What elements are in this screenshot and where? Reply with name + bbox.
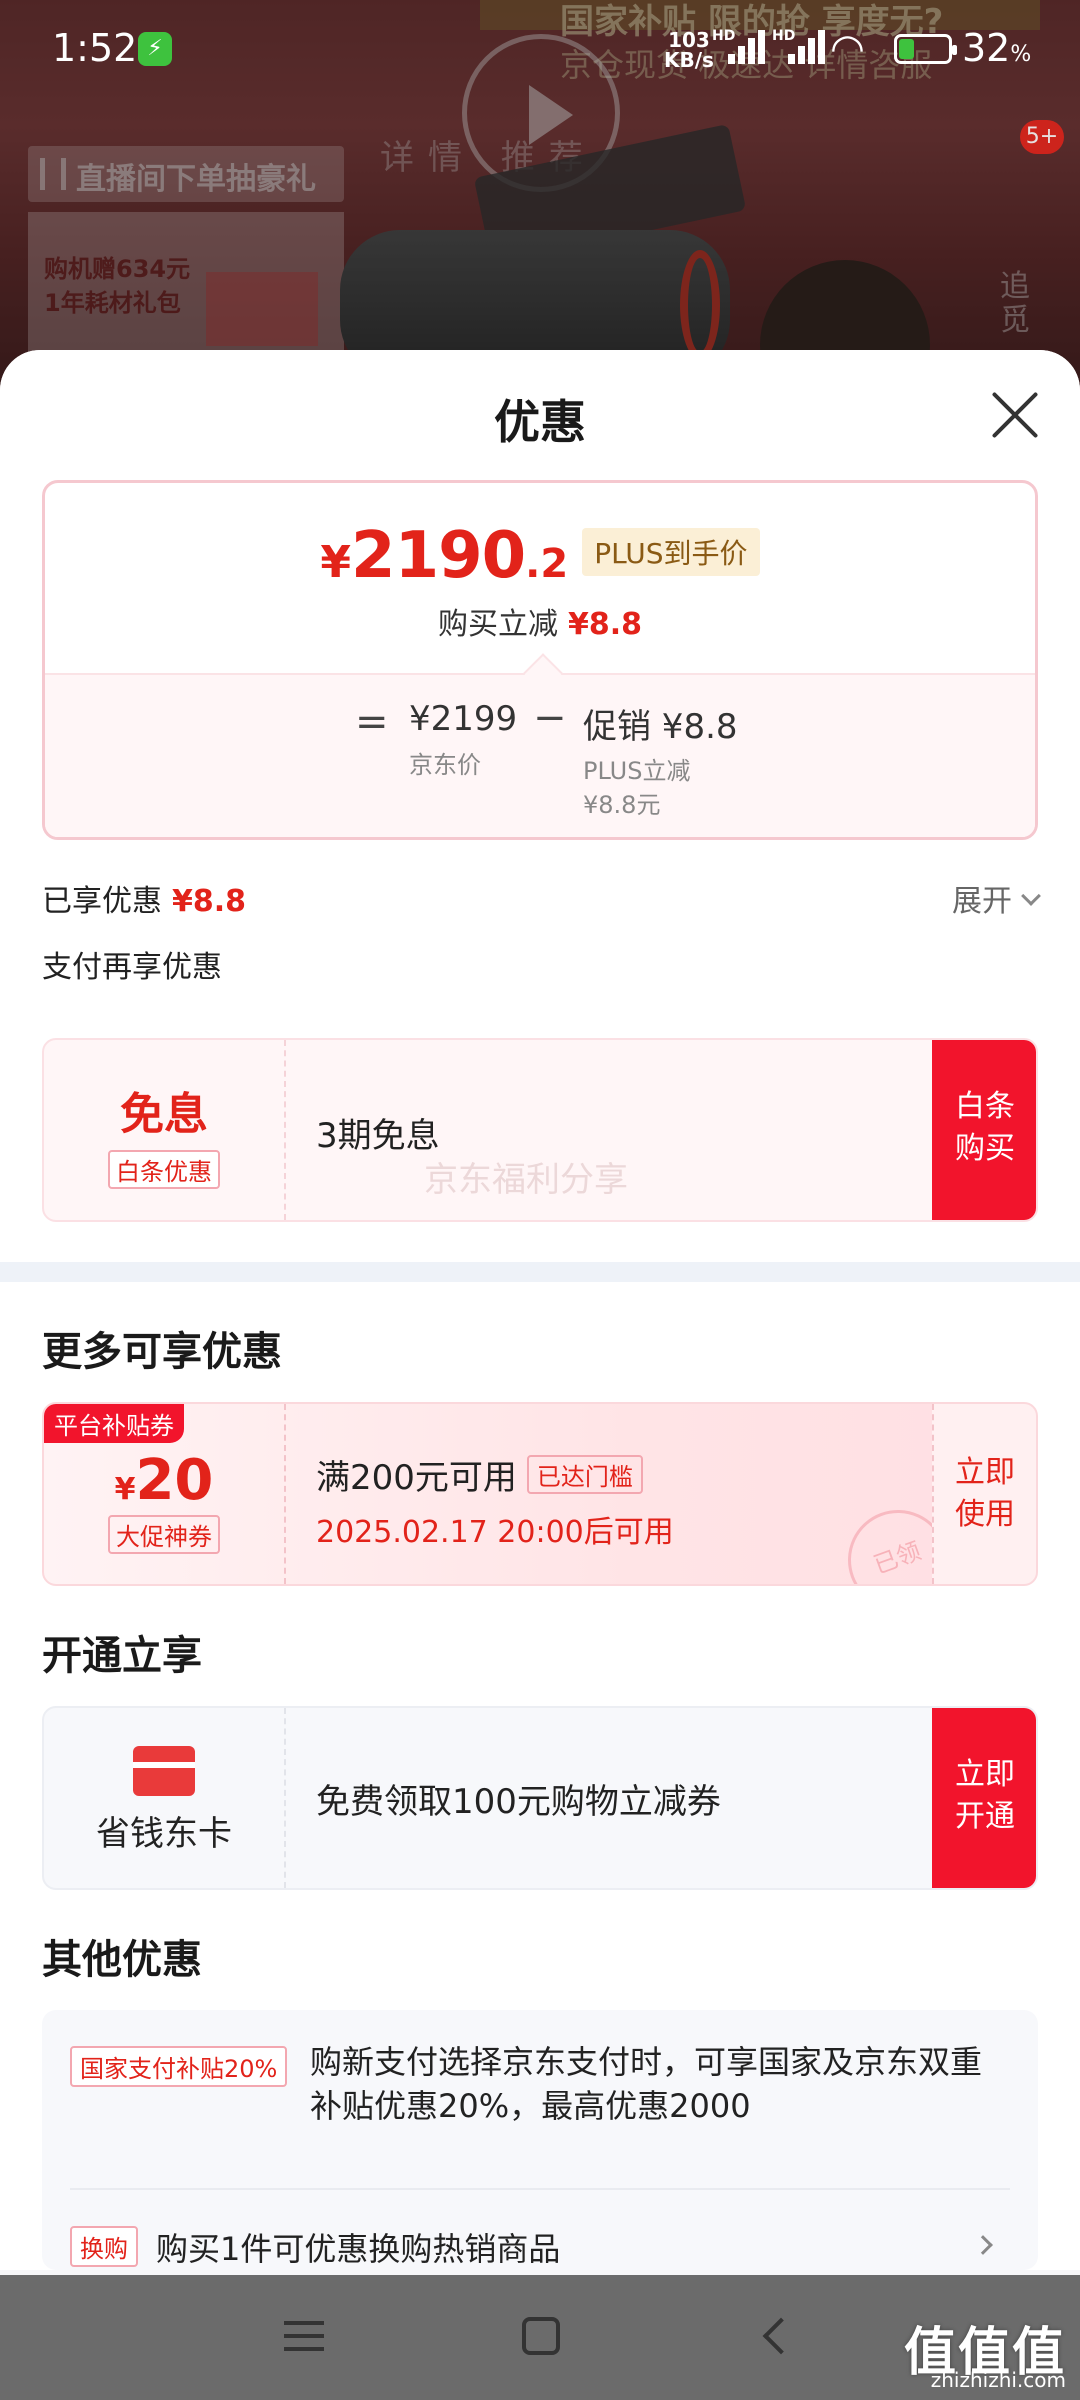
enjoyed-discount: 已享优惠 ¥8.8 (42, 876, 246, 920)
site-watermark-url: zhizhizhi.com (930, 2368, 1066, 2392)
baitiao-tag: 白条优惠 (108, 1150, 220, 1189)
watermark-text: 京东福利分享 (424, 1160, 628, 1200)
battery-icon (894, 34, 957, 64)
use-coupon-button[interactable]: 立即 使用 (932, 1404, 1036, 1584)
coupon-details: 满200元可用 已达门槛 2025.02.17 20:00后可用 (316, 1450, 674, 1551)
minus-sign: − (533, 695, 567, 741)
use-coupon-line-1: 立即 (955, 1455, 1015, 1490)
price-decimal: .2 (525, 541, 569, 587)
interest-free-title: 免息 (120, 1089, 208, 1140)
open-membership-title: 开通立享 (42, 1633, 202, 1679)
price-breakdown-card: ¥2190.2 PLUS到手价 购买立减 ¥8.8 = ¥2199 京东价 − 促销… (42, 480, 1038, 840)
interest-free-offer[interactable]: 免息 白条优惠 3期免息 京东福利分享 白条 购买 (42, 1038, 1038, 1222)
interest-free-text: 3期免息 (316, 1116, 440, 1156)
savings-card-block: 省钱东卡 (44, 1708, 286, 1888)
baitiao-buy-line-2: 购买 (955, 1131, 1015, 1166)
plus-discount-label: PLUS立减 (583, 757, 691, 785)
home-icon[interactable] (522, 2317, 560, 2355)
expand-label: 展开 (952, 884, 1012, 919)
promo-block: 促销 ¥8.8 PLUS立减 ¥8.8元 (583, 699, 738, 822)
chevron-down-icon (1021, 886, 1041, 906)
plus-price-tag: PLUS到手价 (582, 528, 760, 576)
promo-value: 促销 ¥8.8 (583, 707, 738, 747)
instant-discount-amount: ¥8.8 (567, 607, 643, 642)
price-formula: = ¥2199 京东价 − 促销 ¥8.8 PLUS立减 ¥8.8元 (45, 653, 1035, 837)
baitiao-buy-button[interactable]: 白条 购买 (932, 1040, 1036, 1220)
plus-discount-amount: ¥8.8元 (583, 791, 661, 819)
jd-price-label: 京东价 (409, 751, 481, 779)
jd-price-value: ¥2199 (409, 699, 518, 739)
more-discounts-section: 更多可享优惠 平台补贴券 ¥20 大促神券 满200元可用 已达门槛 2025.0… (0, 1282, 1080, 1586)
baitiao-buy-line-1: 白条 (955, 1089, 1015, 1124)
price-section: ¥2190.2 PLUS到手价 购买立减 ¥8.8 = ¥2199 京东价 − 促销… (0, 480, 1080, 1262)
more-discounts-title: 更多可享优惠 (42, 1329, 282, 1375)
threshold-met-badge: 已达门槛 (526, 1455, 643, 1494)
savings-card-name: 省钱东卡 (96, 1814, 232, 1854)
signal-icon-1: HD (712, 28, 765, 64)
open-card-line-2: 开通 (955, 1799, 1015, 1834)
instant-discount-label: 购买立减 (437, 607, 558, 642)
open-card-button[interactable]: 立即 开通 (932, 1708, 1036, 1888)
recent-apps-icon[interactable] (284, 2321, 324, 2351)
clock: 1:52 (52, 26, 138, 70)
battery-percent: 32% (962, 26, 1032, 70)
wifi-icon: ◠ (830, 26, 865, 72)
coupon-valid-date: 2025.02.17 20:00后可用 (316, 1515, 674, 1550)
coupon-amount-block: 平台补贴券 ¥20 大促神券 (44, 1404, 286, 1584)
coupon-amount: ¥20 (114, 1448, 214, 1513)
equals-sign: = (355, 699, 389, 745)
savings-card-desc: 免费领取100元购物立减券 (316, 1782, 721, 1822)
price-currency: ¥ (320, 537, 352, 588)
signal-icon-2: HD (772, 28, 825, 64)
back-icon[interactable] (762, 2317, 800, 2355)
final-price-area: ¥2190.2 PLUS到手价 购买立减 ¥8.8 (45, 483, 1035, 673)
network-speed-value: 103 (668, 28, 710, 52)
final-price: ¥2190.2 PLUS到手价 (45, 519, 1035, 593)
cart-count-badge: 5+ (1020, 120, 1064, 154)
interest-free-desc: 3期免息 (316, 1040, 440, 1220)
use-coupon-line-2: 使用 (955, 1497, 1015, 1532)
coupon-promo-tag: 大促神券 (108, 1515, 220, 1554)
sheet-header: 优惠 (0, 350, 1080, 480)
network-speed: 103 KB/s (664, 30, 714, 70)
other-discounts-list: 国家支付补贴20% 购新支付选择京东支付时，可享国家及京东双重补贴优惠20%，最… (42, 2010, 1038, 2270)
national-subsidy-text: 购新支付选择京东支付时，可享国家及京东双重补贴优惠20%，最高优惠2000 (310, 2043, 983, 2125)
coupon-type-tag: 平台补贴券 (44, 1404, 184, 1443)
price-integer: 2190 (351, 519, 526, 593)
tradein-tag: 换购 (70, 2226, 138, 2267)
other-discounts-title: 其他优惠 (42, 1937, 202, 1983)
status-bar: 1:52 ⚡ 103 KB/s HD HD ◠ 32% (0, 0, 1080, 100)
discount-sheet: 优惠 ¥2190.2 PLUS到手价 购买立减 ¥8.8 = ¥2199 京东价 − (0, 350, 1080, 2275)
coupon-condition: 满200元可用 (316, 1458, 517, 1498)
list-item: 国家支付补贴20% 购新支付选择京东支付时，可享国家及京东双重补贴优惠20%，最… (70, 2040, 1010, 2190)
sheet-title: 优惠 (494, 395, 586, 449)
pay-discount-title: 支付再享优惠 (42, 950, 222, 985)
platform-coupon[interactable]: 平台补贴券 ¥20 大促神券 满200元可用 已达门槛 2025.02.17 20… (42, 1402, 1038, 1586)
enjoyed-label: 已享优惠 (42, 884, 162, 919)
list-item[interactable]: 换购 购买1件可优惠换购热销商品 (70, 2190, 1010, 2270)
credit-card-icon (133, 1746, 195, 1796)
jd-price-block: ¥2199 京东价 (409, 699, 517, 780)
network-speed-unit: KB/s (664, 48, 714, 72)
hd-label-2: HD (772, 28, 796, 44)
national-subsidy-tag: 国家支付补贴20% (70, 2046, 288, 2087)
other-discounts-section: 其他优惠 国家支付补贴20% 购新支付选择京东支付时，可享国家及京东双重补贴优惠… (0, 1890, 1080, 2270)
close-icon[interactable] (990, 390, 1040, 440)
charging-app-icon: ⚡ (138, 32, 172, 66)
savings-card-offer[interactable]: 省钱东卡 免费领取100元购物立减券 立即 开通 (42, 1706, 1038, 1890)
section-divider (0, 1262, 1080, 1282)
instant-discount: 购买立减 ¥8.8 (45, 599, 1035, 643)
open-membership-section: 开通立享 省钱东卡 免费领取100元购物立减券 立即 开通 (0, 1586, 1080, 1890)
interest-free-badge: 免息 白条优惠 (44, 1040, 286, 1220)
open-card-line-1: 立即 (955, 1757, 1015, 1792)
hd-label-1: HD (712, 28, 736, 44)
expand-button[interactable]: 展开 (952, 876, 1041, 920)
enjoyed-amount: ¥8.8 (172, 884, 247, 919)
enjoyed-discount-row: 已享优惠 ¥8.8 展开 (42, 858, 1041, 938)
tradein-text: 购买1件可优惠换购热销商品 (156, 2230, 561, 2268)
